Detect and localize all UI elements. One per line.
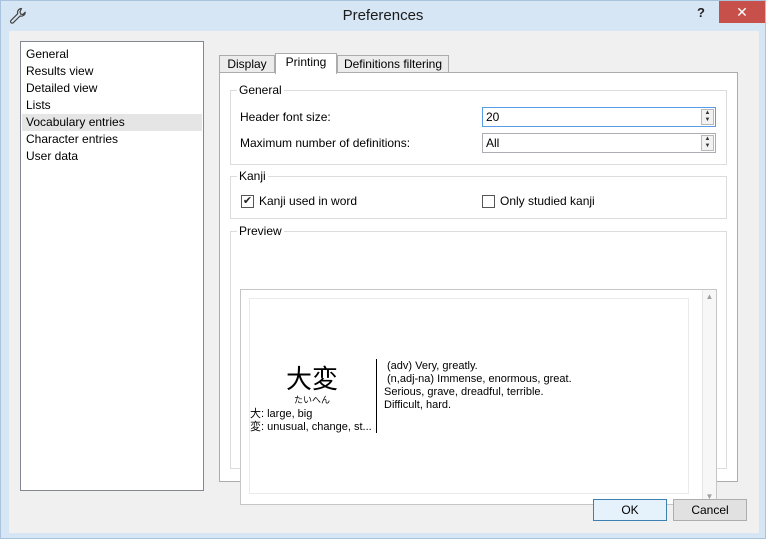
general-group-label: General bbox=[237, 83, 284, 97]
cancel-button[interactable]: Cancel bbox=[673, 499, 747, 521]
sidebar-item-user-data[interactable]: User data bbox=[22, 148, 202, 165]
category-list[interactable]: General Results view Detailed view Lists… bbox=[20, 41, 204, 491]
kanji-group: Kanji ✔ Kanji used in word Only studied … bbox=[230, 169, 727, 219]
kanji-used-in-word-label[interactable]: Kanji used in word bbox=[259, 194, 357, 208]
window-title: Preferences bbox=[342, 7, 424, 24]
scroll-up-icon[interactable]: ▲ bbox=[703, 290, 716, 304]
max-definitions-spin-buttons[interactable]: ▲ ▼ bbox=[701, 135, 714, 151]
preview-definition: (n,adj-na) Immense, enormous, great. bbox=[387, 373, 572, 385]
sidebar-item-vocabulary-entries[interactable]: Vocabulary entries bbox=[22, 114, 202, 131]
sidebar-item-detailed-view[interactable]: Detailed view bbox=[22, 80, 202, 97]
preview-definition: Serious, grave, dreadful, terrible. bbox=[384, 386, 544, 398]
max-definitions-spinner[interactable]: All ▲ ▼ bbox=[482, 133, 716, 153]
header-font-size-label: Header font size: bbox=[240, 110, 331, 124]
preview-scrollbar[interactable]: ▲ ▼ bbox=[702, 290, 716, 504]
dialog-client-area: General Results view Detailed view Lists… bbox=[9, 31, 759, 533]
title-bar[interactable]: Preferences ? ✕ bbox=[1, 1, 765, 31]
spin-down-icon[interactable]: ▼ bbox=[702, 117, 713, 124]
only-studied-kanji-label[interactable]: Only studied kanji bbox=[500, 194, 595, 208]
spin-up-icon[interactable]: ▲ bbox=[702, 136, 713, 143]
preview-definition: Difficult, hard. bbox=[384, 399, 452, 411]
printing-tab-panel: General Header font size: 20 ▲ ▼ Maximum… bbox=[219, 72, 738, 505]
spin-up-icon[interactable]: ▲ bbox=[702, 110, 713, 117]
sidebar-item-character-entries[interactable]: Character entries bbox=[22, 131, 202, 148]
ok-button[interactable]: OK bbox=[593, 499, 667, 521]
tab-definitions-filtering[interactable]: Definitions filtering bbox=[337, 55, 449, 73]
sidebar-item-lists[interactable]: Lists bbox=[22, 97, 202, 114]
preferences-window: Preferences ? ✕ General Results view Det… bbox=[0, 0, 766, 539]
spin-down-icon[interactable]: ▼ bbox=[702, 143, 713, 150]
header-font-size-spin-buttons[interactable]: ▲ ▼ bbox=[701, 109, 714, 125]
only-studied-kanji-option[interactable]: Only studied kanji bbox=[482, 194, 632, 210]
print-preview[interactable]: 大変 たいへん 大: large, big 変: unusual, change… bbox=[240, 289, 717, 505]
sidebar-item-results-view[interactable]: Results view bbox=[22, 63, 202, 80]
max-definitions-value[interactable]: All bbox=[486, 136, 499, 150]
header-font-size-value[interactable]: 20 bbox=[486, 110, 499, 124]
header-font-size-spinner[interactable]: 20 ▲ ▼ bbox=[482, 107, 716, 127]
preview-headword: 大変 bbox=[286, 365, 339, 395]
help-button[interactable]: ? bbox=[691, 5, 711, 23]
general-group: General Header font size: 20 ▲ ▼ Maximum… bbox=[230, 83, 727, 165]
kanji-used-in-word-option[interactable]: ✔ Kanji used in word bbox=[241, 194, 391, 210]
close-button[interactable]: ✕ bbox=[719, 1, 765, 23]
preview-divider bbox=[376, 359, 377, 433]
tab-printing[interactable]: Printing bbox=[275, 53, 337, 74]
sidebar-item-general[interactable]: General bbox=[22, 46, 202, 63]
kanji-group-label: Kanji bbox=[237, 169, 268, 183]
kanji-used-in-word-checkbox[interactable]: ✔ bbox=[241, 195, 254, 208]
max-definitions-label: Maximum number of definitions: bbox=[240, 136, 411, 150]
preview-page: 大変 たいへん 大: large, big 変: unusual, change… bbox=[249, 298, 689, 494]
preview-group-label: Preview bbox=[237, 224, 284, 238]
only-studied-kanji-checkbox[interactable] bbox=[482, 195, 495, 208]
tab-display[interactable]: Display bbox=[219, 55, 275, 73]
preview-definition: (adv) Very, greatly. bbox=[387, 360, 478, 372]
preview-kanji-line: 変: unusual, change, st... bbox=[250, 421, 372, 433]
